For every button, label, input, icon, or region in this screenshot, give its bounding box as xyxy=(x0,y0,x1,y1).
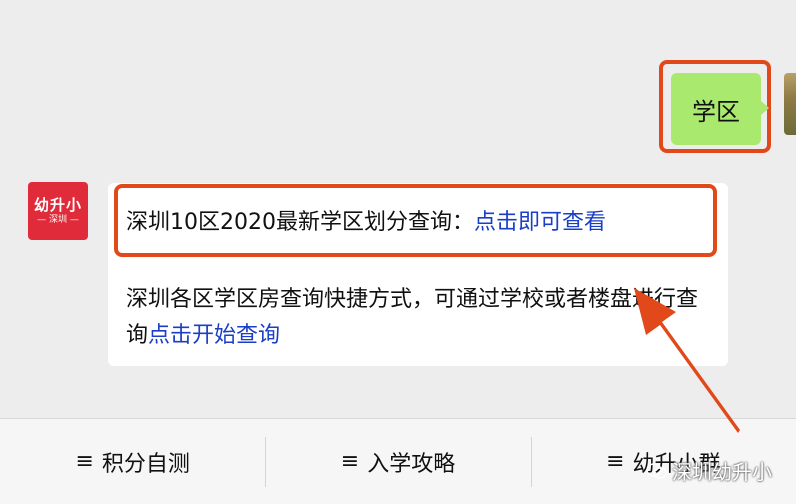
message-line-2: 深圳各区学区房查询快捷方式，可通过学校或者楼盘进行查询点击开始查询 xyxy=(126,282,718,354)
watermark-text: 深圳幼升小 xyxy=(672,460,772,484)
menu-item-enrollment-guide[interactable]: ≡ 入学攻略 xyxy=(265,419,530,504)
menu-icon: ≡ xyxy=(340,449,360,474)
watermark: 深圳幼升小 xyxy=(646,456,772,485)
user-avatar[interactable] xyxy=(784,73,796,135)
outgoing-message-bubble[interactable]: 学区 xyxy=(671,73,769,145)
wechat-icon xyxy=(646,462,667,479)
avatar-logo-subtext: — 深圳 — xyxy=(37,215,79,225)
start-query-link[interactable]: 点击开始查询 xyxy=(148,323,280,348)
chat-area: 学区 幼升小 — 深圳 — 深圳10区2020最新学区划分查询：点击即可查看 深… xyxy=(0,0,796,418)
annotation-box-incoming xyxy=(114,184,717,257)
avatar-logo-text: 幼升小 xyxy=(33,196,82,214)
menu-item-points-test[interactable]: ≡ 积分自测 xyxy=(0,419,265,504)
menu-item-label: 入学攻略 xyxy=(367,451,456,477)
menu-icon: ≡ xyxy=(606,449,625,474)
menu-item-label: 积分自测 xyxy=(101,451,190,477)
menu-icon: ≡ xyxy=(75,449,94,474)
account-avatar[interactable]: 幼升小 — 深圳 — xyxy=(28,182,88,240)
outgoing-message-text: 学区 xyxy=(692,97,740,126)
